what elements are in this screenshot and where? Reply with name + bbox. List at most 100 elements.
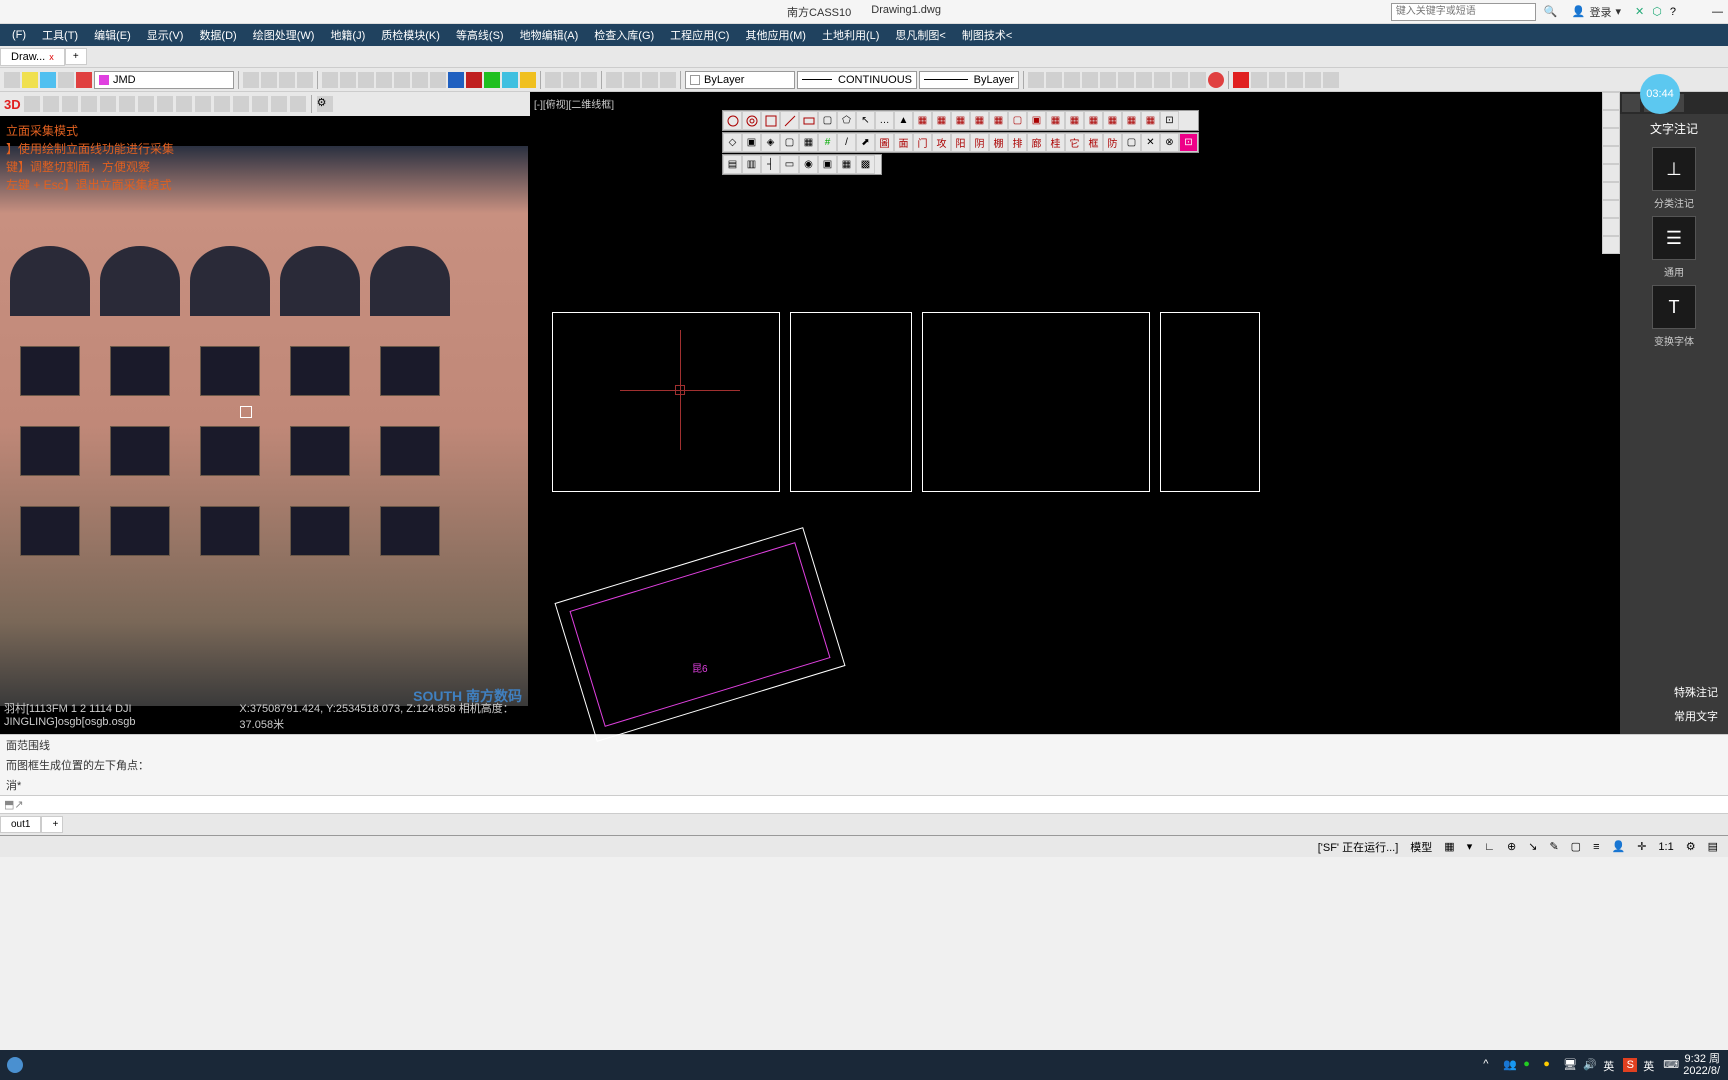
line-draw-icon[interactable] (780, 111, 799, 130)
c12-icon[interactable]: 框 (1084, 133, 1103, 152)
c3-icon[interactable]: 门 (913, 133, 932, 152)
grid-icon[interactable] (581, 72, 597, 88)
c1-icon[interactable]: 圖 (875, 133, 894, 152)
b7-icon[interactable]: ▣ (1027, 111, 1046, 130)
tri-icon[interactable]: ▲ (894, 111, 913, 130)
layout-tab-1[interactable]: out1 (0, 816, 41, 833)
b8-icon[interactable]: ▦ (1046, 111, 1065, 130)
vt-7-icon[interactable] (1602, 200, 1620, 218)
d4-icon[interactable]: ▭ (780, 155, 799, 174)
end2-icon[interactable] (1251, 72, 1267, 88)
3d-tool-10-icon[interactable] (195, 96, 211, 112)
3d-settings-icon[interactable]: ⚙ (317, 96, 333, 112)
d6-icon[interactable]: ▣ (818, 155, 837, 174)
swatch2-icon[interactable] (466, 72, 482, 88)
b6-icon[interactable]: ▢ (1008, 111, 1027, 130)
3d-tool-14-icon[interactable] (271, 96, 287, 112)
layer-freeze-icon[interactable] (40, 72, 56, 88)
menu-checkdb[interactable]: 检查入库(G) (586, 24, 662, 46)
binoculars-icon[interactable]: 🔍 (1544, 5, 1558, 19)
sb-ortho[interactable]: ↘ (1524, 840, 1541, 853)
3d-tool-12-icon[interactable] (233, 96, 249, 112)
c9-icon[interactable]: 廊 (1027, 133, 1046, 152)
sel-f-icon[interactable] (1118, 72, 1134, 88)
minimize-icon[interactable]: — (1712, 6, 1723, 18)
d5-icon[interactable]: ◉ (799, 155, 818, 174)
3d-tool-8-icon[interactable] (157, 96, 173, 112)
3d-tool-4-icon[interactable] (81, 96, 97, 112)
c6-icon[interactable]: 阴 (970, 133, 989, 152)
taskbar-clock[interactable]: 9:32 周 2022/8/ (1683, 1053, 1720, 1077)
special-annotation-link[interactable]: 特殊注记 (1626, 680, 1722, 704)
3d-tool-15-icon[interactable] (290, 96, 306, 112)
end5-icon[interactable] (1305, 72, 1321, 88)
frame-icon[interactable]: ▢ (780, 133, 799, 152)
help-icon[interactable]: ? (1670, 6, 1676, 18)
close-tab-icon[interactable]: x (49, 52, 54, 62)
sb-dyn[interactable]: ▢ (1567, 840, 1585, 853)
3d-tool-5-icon[interactable] (100, 96, 116, 112)
vt-3-icon[interactable] (1602, 128, 1620, 146)
d7-icon[interactable]: ▦ (837, 155, 856, 174)
hash-icon[interactable]: # (818, 133, 837, 152)
c2-icon[interactable]: 面 (894, 133, 913, 152)
b14-icon[interactable]: ⊡ (1160, 111, 1179, 130)
tray-up-icon[interactable]: ^ (1483, 1058, 1497, 1072)
new-icon[interactable] (243, 72, 259, 88)
open-icon[interactable] (279, 72, 295, 88)
linetype-dropdown[interactable]: CONTINUOUS (797, 71, 917, 89)
b2-icon[interactable]: ▦ (932, 111, 951, 130)
print-icon[interactable] (322, 72, 338, 88)
swatch1-icon[interactable] (448, 72, 464, 88)
menu-edit[interactable]: 编辑(E) (86, 24, 139, 46)
tray-ime-text[interactable]: 英 (1603, 1058, 1617, 1072)
grid2-icon[interactable]: ▦ (799, 133, 818, 152)
sb-snap[interactable]: ∟ (1480, 841, 1499, 853)
lineweight-dropdown[interactable]: ByLayer (919, 71, 1019, 89)
c16-icon[interactable]: ⊗ (1160, 133, 1179, 152)
vt-2-icon[interactable] (1602, 110, 1620, 128)
swatch3-icon[interactable] (484, 72, 500, 88)
draw-toolbar-3[interactable]: ▤ ▥ ┤ ▭ ◉ ▣ ▦ ▩ (722, 154, 882, 175)
paste-icon[interactable] (358, 72, 374, 88)
new-tab-button[interactable]: + (65, 48, 87, 65)
rect2-icon[interactable]: ▢ (818, 111, 837, 130)
remove-sel-icon[interactable] (1208, 72, 1224, 88)
3d-viewport[interactable]: 立面采集模式 】使用绘制立面线功能进行采集 键】调整切割面，方便观察 左键 + … (0, 116, 530, 734)
annotation-item-font[interactable]: T 变换字体 (1650, 285, 1698, 348)
search-input[interactable] (1391, 3, 1536, 21)
menu-qc[interactable]: 质检模块(K) (373, 24, 448, 46)
vt-5-icon[interactable] (1602, 164, 1620, 182)
table-icon[interactable] (606, 72, 622, 88)
sb-osnap[interactable]: ✎ (1545, 840, 1562, 853)
b5-icon[interactable]: ▦ (989, 111, 1008, 130)
annotation-item-general[interactable]: ☰ 通用 (1650, 216, 1698, 279)
b10-icon[interactable]: ▦ (1084, 111, 1103, 130)
doc-tab-drawing1[interactable]: Draw... x (0, 48, 65, 66)
c11-icon[interactable]: 它 (1065, 133, 1084, 152)
menu-objedit[interactable]: 地物编辑(A) (512, 24, 587, 46)
sel-g-icon[interactable] (1136, 72, 1152, 88)
menu-tools[interactable]: 工具(T) (34, 24, 86, 46)
b11-icon[interactable]: ▦ (1103, 111, 1122, 130)
layer-lock-icon[interactable] (58, 72, 74, 88)
start-button[interactable] (0, 1050, 30, 1080)
b3-icon[interactable]: ▦ (951, 111, 970, 130)
save-icon[interactable] (261, 72, 277, 88)
menu-view[interactable]: 显示(V) (139, 24, 192, 46)
vt-8-icon[interactable] (1602, 218, 1620, 236)
menu-drawproc[interactable]: 绘图处理(W) (245, 24, 323, 46)
add-sel-icon[interactable] (1190, 72, 1206, 88)
end3-icon[interactable] (1269, 72, 1285, 88)
globe-icon[interactable] (502, 72, 518, 88)
export-icon[interactable] (624, 72, 640, 88)
vt-9-icon[interactable] (1602, 236, 1620, 254)
viewport-label[interactable]: [-][俯视][二维线框] (534, 96, 614, 111)
c13-icon[interactable]: 防 (1103, 133, 1122, 152)
sel-a-icon[interactable] (1028, 72, 1044, 88)
sel-d-icon[interactable] (1082, 72, 1098, 88)
tray-sogou-icon[interactable]: S (1623, 1058, 1637, 1072)
menu-contour[interactable]: 等高线(S) (448, 24, 512, 46)
model-button[interactable]: 模型 (1406, 839, 1436, 855)
c7-icon[interactable]: 棚 (989, 133, 1008, 152)
